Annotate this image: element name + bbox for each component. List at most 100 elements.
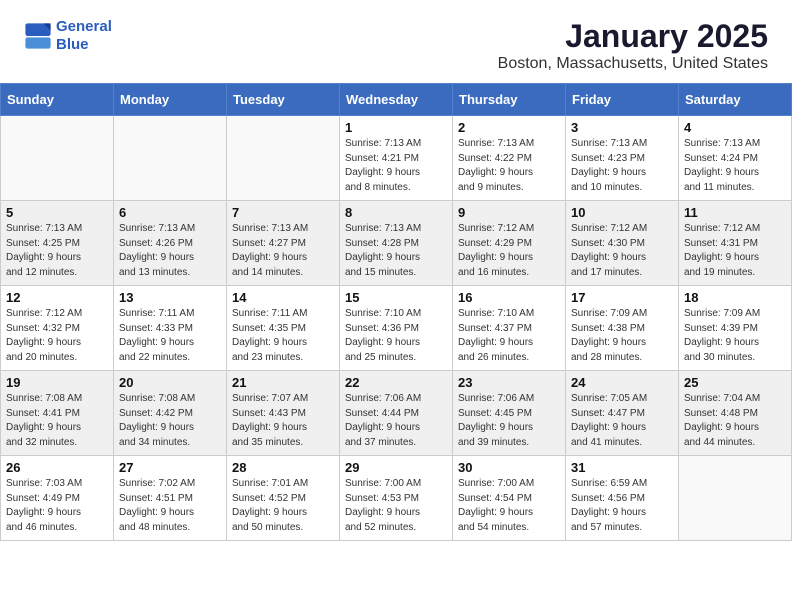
day-number: 6	[119, 205, 221, 220]
day-number: 19	[6, 375, 108, 390]
calendar-table: SundayMondayTuesdayWednesdayThursdayFrid…	[0, 83, 792, 541]
calendar-cell: 15 Sunrise: 7:10 AM Sunset: 4:36 PM Dayli…	[340, 286, 453, 371]
day-info: Sunrise: 7:08 AM Sunset: 4:41 PM Dayligh…	[6, 392, 108, 450]
logo-line1: General	[56, 18, 112, 35]
calendar-cell: 1 Sunrise: 7:13 AM Sunset: 4:21 PM Daylig…	[340, 116, 453, 201]
day-number: 23	[458, 375, 560, 390]
day-number: 27	[119, 460, 221, 475]
calendar-cell: 6 Sunrise: 7:13 AM Sunset: 4:26 PM Daylig…	[114, 201, 227, 286]
logo-icon	[24, 22, 52, 50]
day-info: Sunrise: 7:01 AM Sunset: 4:52 PM Dayligh…	[232, 477, 334, 535]
calendar-week-row: 1 Sunrise: 7:13 AM Sunset: 4:21 PM Daylig…	[1, 116, 792, 201]
day-number: 8	[345, 205, 447, 220]
day-number: 2	[458, 120, 560, 135]
calendar-cell: 25 Sunrise: 7:04 AM Sunset: 4:48 PM Dayli…	[679, 371, 792, 456]
month-title: January 2025	[498, 18, 768, 55]
day-info: Sunrise: 7:03 AM Sunset: 4:49 PM Dayligh…	[6, 477, 108, 535]
day-number: 7	[232, 205, 334, 220]
day-number: 5	[6, 205, 108, 220]
day-number: 12	[6, 290, 108, 305]
day-number: 15	[345, 290, 447, 305]
calendar-cell	[1, 116, 114, 201]
day-info: Sunrise: 7:13 AM Sunset: 4:26 PM Dayligh…	[119, 222, 221, 280]
calendar-cell: 28 Sunrise: 7:01 AM Sunset: 4:52 PM Dayli…	[227, 456, 340, 541]
day-number: 14	[232, 290, 334, 305]
weekday-header-friday: Friday	[566, 84, 679, 116]
day-info: Sunrise: 7:00 AM Sunset: 4:54 PM Dayligh…	[458, 477, 560, 535]
title-block: January 2025 Boston, Massachusetts, Unit…	[498, 18, 768, 73]
day-number: 22	[345, 375, 447, 390]
day-number: 10	[571, 205, 673, 220]
calendar-cell: 27Sunrise: 7:02 AM Sunset: 4:51 PM Dayli…	[114, 456, 227, 541]
location-title: Boston, Massachusetts, United States	[498, 55, 768, 73]
day-number: 20	[119, 375, 221, 390]
weekday-header-thursday: Thursday	[453, 84, 566, 116]
day-number: 1	[345, 120, 447, 135]
weekday-header-tuesday: Tuesday	[227, 84, 340, 116]
calendar-cell: 30 Sunrise: 7:00 AM Sunset: 4:54 PM Dayli…	[453, 456, 566, 541]
day-number: 4	[684, 120, 786, 135]
calendar-cell: 26 Sunrise: 7:03 AM Sunset: 4:49 PM Dayli…	[1, 456, 114, 541]
calendar-cell	[114, 116, 227, 201]
day-info: Sunrise: 7:12 AM Sunset: 4:32 PM Dayligh…	[6, 307, 108, 365]
logo-line2: Blue	[56, 36, 89, 53]
day-number: 11	[684, 205, 786, 220]
day-info: Sunrise: 6:59 AM Sunset: 4:56 PM Dayligh…	[571, 477, 673, 535]
day-number: 3	[571, 120, 673, 135]
day-info: Sunrise: 7:12 AM Sunset: 4:30 PM Dayligh…	[571, 222, 673, 280]
day-info: Sunrise: 7:13 AM Sunset: 4:28 PM Dayligh…	[345, 222, 447, 280]
day-number: 17	[571, 290, 673, 305]
calendar-cell	[679, 456, 792, 541]
day-info: Sunrise: 7:13 AM Sunset: 4:25 PM Dayligh…	[6, 222, 108, 280]
calendar-cell: 23Sunrise: 7:06 AM Sunset: 4:45 PM Dayli…	[453, 371, 566, 456]
day-info: Sunrise: 7:06 AM Sunset: 4:44 PM Dayligh…	[345, 392, 447, 450]
day-number: 25	[684, 375, 786, 390]
calendar-cell: 2Sunrise: 7:13 AM Sunset: 4:22 PM Daylig…	[453, 116, 566, 201]
day-info: Sunrise: 7:13 AM Sunset: 4:21 PM Dayligh…	[345, 137, 447, 195]
day-number: 26	[6, 460, 108, 475]
day-info: Sunrise: 7:11 AM Sunset: 4:33 PM Dayligh…	[119, 307, 221, 365]
day-number: 31	[571, 460, 673, 475]
day-info: Sunrise: 7:13 AM Sunset: 4:27 PM Dayligh…	[232, 222, 334, 280]
calendar-cell: 22 Sunrise: 7:06 AM Sunset: 4:44 PM Dayli…	[340, 371, 453, 456]
calendar-cell: 31 Sunrise: 6:59 AM Sunset: 4:56 PM Dayli…	[566, 456, 679, 541]
calendar-week-row: 26 Sunrise: 7:03 AM Sunset: 4:49 PM Dayli…	[1, 456, 792, 541]
page-header: General Blue January 2025 Boston, Massac…	[0, 0, 792, 83]
day-number: 13	[119, 290, 221, 305]
day-number: 30	[458, 460, 560, 475]
calendar-cell: 20Sunrise: 7:08 AM Sunset: 4:42 PM Dayli…	[114, 371, 227, 456]
calendar-cell: 29 Sunrise: 7:00 AM Sunset: 4:53 PM Dayli…	[340, 456, 453, 541]
calendar-cell: 19 Sunrise: 7:08 AM Sunset: 4:41 PM Dayli…	[1, 371, 114, 456]
weekday-header-monday: Monday	[114, 84, 227, 116]
day-info: Sunrise: 7:12 AM Sunset: 4:29 PM Dayligh…	[458, 222, 560, 280]
logo: General Blue	[24, 18, 112, 54]
calendar-week-row: 12 Sunrise: 7:12 AM Sunset: 4:32 PM Dayli…	[1, 286, 792, 371]
calendar-cell: 11 Sunrise: 7:12 AM Sunset: 4:31 PM Dayli…	[679, 201, 792, 286]
calendar-cell: 16Sunrise: 7:10 AM Sunset: 4:37 PM Dayli…	[453, 286, 566, 371]
day-info: Sunrise: 7:09 AM Sunset: 4:39 PM Dayligh…	[684, 307, 786, 365]
day-info: Sunrise: 7:10 AM Sunset: 4:37 PM Dayligh…	[458, 307, 560, 365]
weekday-header-row: SundayMondayTuesdayWednesdayThursdayFrid…	[1, 84, 792, 116]
calendar-cell: 7 Sunrise: 7:13 AM Sunset: 4:27 PM Daylig…	[227, 201, 340, 286]
calendar-cell: 17Sunrise: 7:09 AM Sunset: 4:38 PM Dayli…	[566, 286, 679, 371]
day-number: 18	[684, 290, 786, 305]
day-number: 9	[458, 205, 560, 220]
calendar-cell: 14Sunrise: 7:11 AM Sunset: 4:35 PM Dayli…	[227, 286, 340, 371]
day-info: Sunrise: 7:12 AM Sunset: 4:31 PM Dayligh…	[684, 222, 786, 280]
calendar-cell: 3 Sunrise: 7:13 AM Sunset: 4:23 PM Daylig…	[566, 116, 679, 201]
calendar-cell: 5 Sunrise: 7:13 AM Sunset: 4:25 PM Daylig…	[1, 201, 114, 286]
calendar-cell: 18 Sunrise: 7:09 AM Sunset: 4:39 PM Dayli…	[679, 286, 792, 371]
calendar-cell: 21 Sunrise: 7:07 AM Sunset: 4:43 PM Dayli…	[227, 371, 340, 456]
day-number: 28	[232, 460, 334, 475]
day-info: Sunrise: 7:07 AM Sunset: 4:43 PM Dayligh…	[232, 392, 334, 450]
day-info: Sunrise: 7:00 AM Sunset: 4:53 PM Dayligh…	[345, 477, 447, 535]
day-info: Sunrise: 7:13 AM Sunset: 4:23 PM Dayligh…	[571, 137, 673, 195]
day-info: Sunrise: 7:10 AM Sunset: 4:36 PM Dayligh…	[345, 307, 447, 365]
day-number: 29	[345, 460, 447, 475]
calendar-cell: 24Sunrise: 7:05 AM Sunset: 4:47 PM Dayli…	[566, 371, 679, 456]
day-number: 21	[232, 375, 334, 390]
calendar-cell: 4Sunrise: 7:13 AM Sunset: 4:24 PM Daylig…	[679, 116, 792, 201]
calendar-cell: 9 Sunrise: 7:12 AM Sunset: 4:29 PM Daylig…	[453, 201, 566, 286]
calendar-week-row: 5 Sunrise: 7:13 AM Sunset: 4:25 PM Daylig…	[1, 201, 792, 286]
day-info: Sunrise: 7:04 AM Sunset: 4:48 PM Dayligh…	[684, 392, 786, 450]
